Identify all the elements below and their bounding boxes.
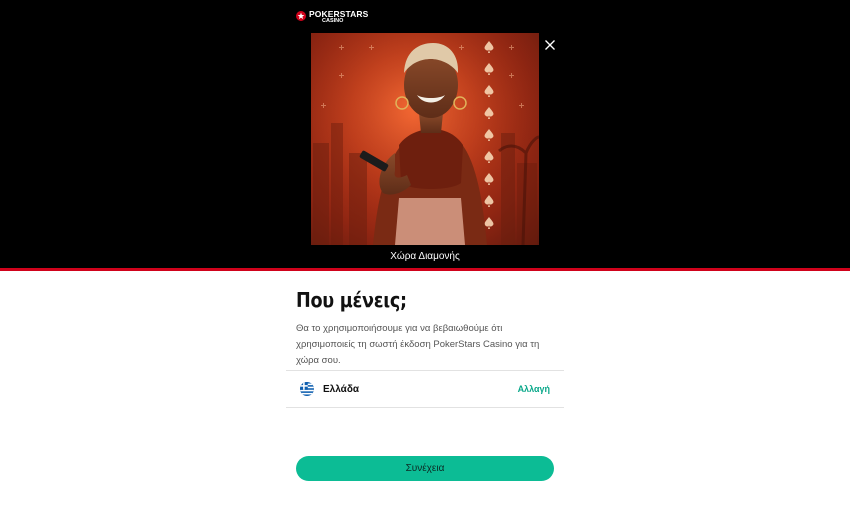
page-title: Που μένεις; [296,288,407,312]
close-icon[interactable] [544,39,556,51]
hero-image [311,33,539,245]
pokerstars-logo-icon [296,11,306,21]
country-selector: Ελλάδα Αλλαγή [286,370,564,408]
greece-flag-icon [300,382,314,396]
pokerstars-logo: POKERSTARS CASINO [296,10,368,24]
change-country-link[interactable]: Αλλαγή [518,384,550,394]
country-name: Ελλάδα [323,383,360,395]
hero-caption: Χώρα Διαμονής [390,251,460,262]
page-description: Θα το χρησιμοποιήσουμε για να βεβαιωθούμ… [296,323,540,366]
accent-divider [0,268,850,271]
logo-subtext: CASINO [322,17,344,24]
dialog-content: Που μένεις; Θα το χρησιμοποιήσουμε για ν… [296,288,558,369]
continue-button[interactable]: Συνέχεια [296,456,554,481]
hero-illustration [311,33,539,245]
